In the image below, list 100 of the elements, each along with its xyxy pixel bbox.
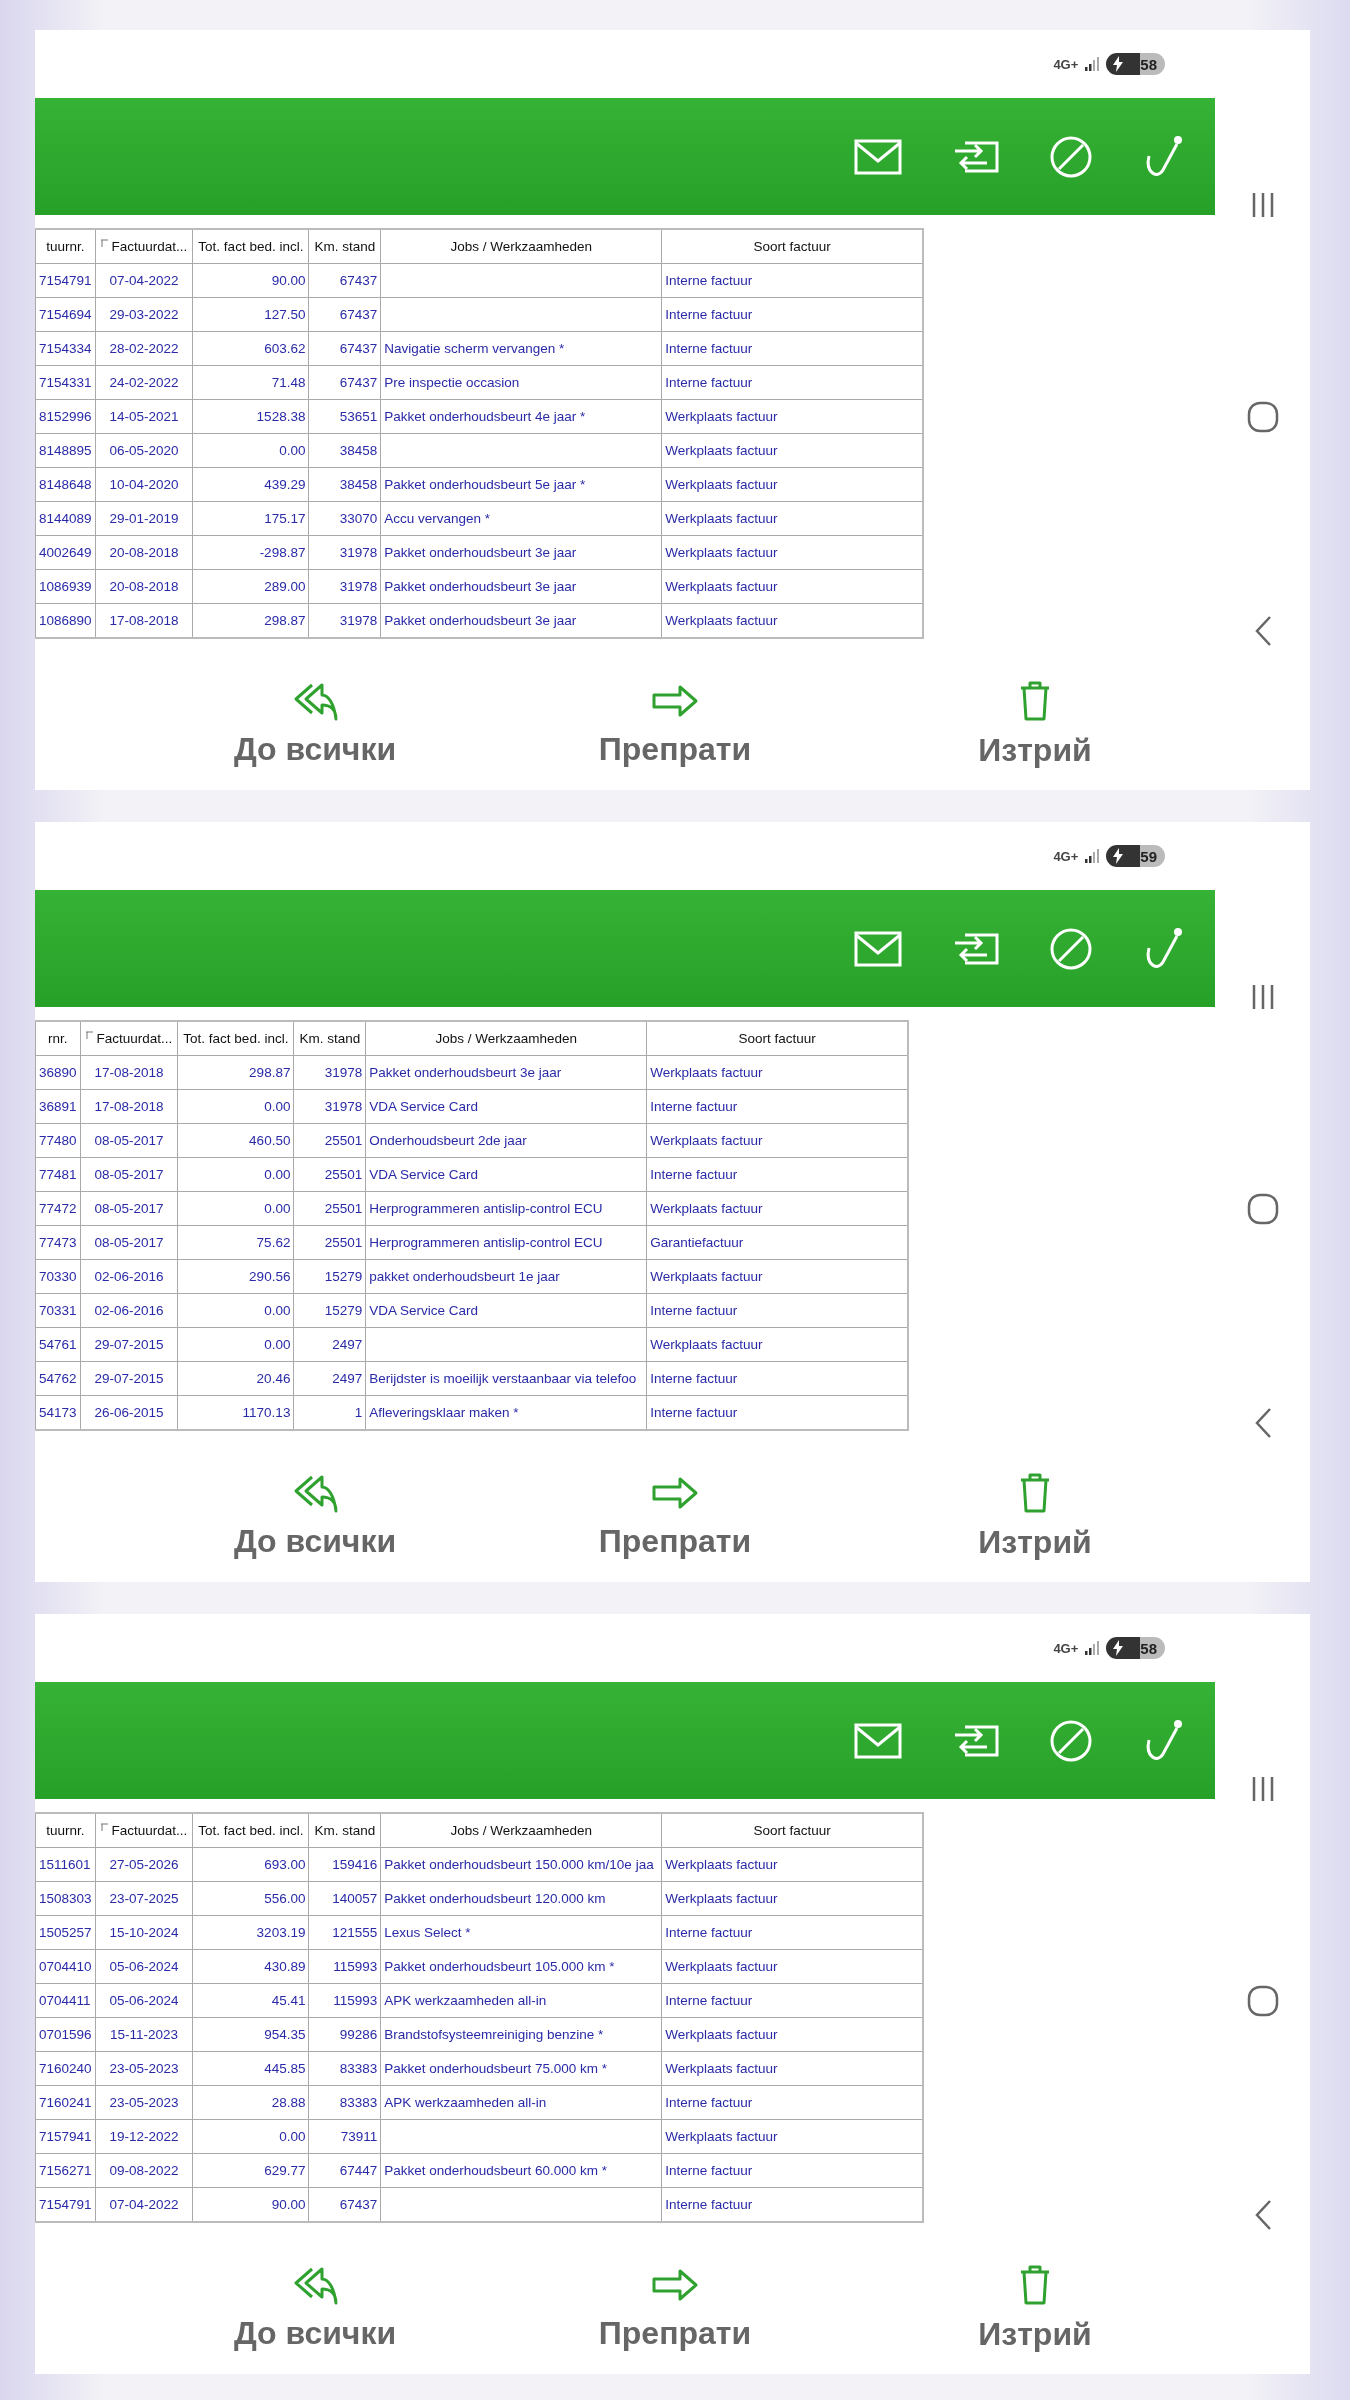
column-header[interactable]: Tot. fact bed. incl. [192, 1813, 309, 1848]
table-cell: 693.00 [192, 1847, 309, 1882]
table-cell: Berijdster is moeilijk verstaanbaar via telefoo [365, 1361, 647, 1396]
cancel-icon[interactable] [1049, 134, 1093, 179]
table-cell: 556.00 [192, 1881, 309, 1916]
table-cell: 06-05-2020 [95, 433, 193, 468]
cancel-icon[interactable] [1049, 1718, 1093, 1763]
home-icon[interactable] [1245, 400, 1280, 434]
column-header[interactable]: Jobs / Werkzaamheden [365, 1021, 647, 1056]
table-cell: 1511601 [35, 1847, 96, 1882]
cancel-icon[interactable] [1049, 926, 1093, 971]
action-button[interactable]: Препрати [592, 2263, 758, 2353]
table-cell: 115993 [308, 1949, 381, 1984]
column-header[interactable]: tuurnr. [35, 229, 96, 264]
column-header[interactable]: Tot. fact bed. incl. [177, 1021, 294, 1056]
column-header[interactable]: Soort factuur [661, 1813, 924, 1848]
table-cell: 7154694 [35, 297, 96, 332]
network-indicator: 4G+ [1053, 1640, 1079, 1656]
table-cell: 67437 [308, 263, 381, 298]
sort-icon [85, 1031, 94, 1039]
table-cell: 77480 [35, 1123, 81, 1158]
table-cell: 3203.19 [192, 1915, 309, 1950]
table-cell: 115993 [308, 1983, 381, 2018]
table-cell: 07-04-2022 [95, 263, 193, 298]
table-cell: 29-03-2022 [95, 297, 193, 332]
action-button[interactable]: До всички [227, 1471, 403, 1561]
home-icon[interactable] [1245, 1192, 1280, 1226]
column-header[interactable]: Km. stand [293, 1021, 366, 1056]
action-button[interactable]: До всички [227, 2263, 403, 2353]
column-header[interactable]: Jobs / Werkzaamheden [380, 1813, 662, 1848]
table-cell: 159416 [308, 1847, 381, 1882]
table-cell: 175.17 [192, 501, 309, 536]
table-cell: 73911 [308, 2119, 381, 2154]
table-cell: 8148648 [35, 467, 96, 502]
column-header[interactable]: rnr. [35, 1021, 81, 1056]
table-cell: 05-06-2024 [95, 1983, 193, 2018]
table-cell: 54761 [35, 1327, 81, 1362]
table-cell: 954.35 [192, 2017, 309, 2052]
column-header[interactable]: Factuurdat... [95, 1813, 193, 1848]
column-header[interactable]: Factuurdat... [95, 229, 193, 264]
table-cell: 121555 [308, 1915, 381, 1950]
action-button[interactable]: Препрати [592, 679, 758, 769]
table-cell: 77473 [35, 1225, 81, 1260]
column-header[interactable]: Jobs / Werkzaamheden [380, 229, 662, 264]
table-cell: 603.62 [192, 331, 309, 366]
battery-indicator: 58 [1106, 53, 1165, 75]
table-cell: 2497 [293, 1361, 366, 1396]
table-cell: 67437 [308, 297, 381, 332]
table-cell: Pakket onderhoudsbeurt 150.000 km/10e jaa [380, 1847, 662, 1882]
table-cell: Navigatie scherm vervangen * [380, 331, 662, 366]
column-header[interactable]: Soort factuur [661, 229, 924, 264]
table-cell: 460.50 [177, 1123, 294, 1158]
table-cell: 0.00 [192, 433, 309, 468]
table-cell: Herprogrammeren antislip-control ECU [365, 1225, 647, 1260]
table-cell: 29-07-2015 [80, 1327, 178, 1362]
table-cell: 289.00 [192, 569, 309, 604]
table-cell: 7160241 [35, 2085, 96, 2120]
table-cell: 7156271 [35, 2153, 96, 2188]
table-cell: 290.56 [177, 1259, 294, 1294]
table-cell: 67437 [308, 331, 381, 366]
table-cell: Pre inspectie occasion [380, 365, 662, 400]
column-header[interactable]: Factuurdat... [80, 1021, 178, 1056]
action-button[interactable]: До всички [227, 679, 403, 769]
column-header[interactable]: Km. stand [308, 1813, 381, 1848]
table-cell: Accu vervangen * [380, 501, 662, 536]
bolt-icon [1112, 56, 1125, 72]
table-cell: APK werkzaamheden all-in [380, 1983, 662, 2018]
action-button[interactable]: Препрати [592, 1471, 758, 1561]
table-cell: 629.77 [192, 2153, 309, 2188]
table-cell: Onderhoudsbeurt 2de jaar [365, 1123, 647, 1158]
table-cell: Pakket onderhoudsbeurt 3e jaar [380, 535, 662, 570]
table-cell: 31978 [308, 535, 381, 570]
table-cell: 14-05-2021 [95, 399, 193, 434]
column-header[interactable]: Tot. fact bed. incl. [192, 229, 309, 264]
table-cell: pakket onderhoudsbeurt 1e jaar [365, 1259, 647, 1294]
table-cell: Pakket onderhoudsbeurt 5e jaar * [380, 467, 662, 502]
action-button[interactable]: Изтрий [972, 678, 1098, 770]
table-cell: 70330 [35, 1259, 81, 1294]
action-button[interactable]: Изтрий [972, 2262, 1098, 2354]
table-cell: 1508303 [35, 1881, 96, 1916]
column-header[interactable]: tuurnr. [35, 1813, 96, 1848]
table-cell: 31978 [293, 1089, 366, 1124]
table-cell: 127.50 [192, 297, 309, 332]
table-cell: 20.46 [177, 1361, 294, 1396]
home-icon[interactable] [1245, 1984, 1280, 2018]
table-cell: 0.00 [177, 1327, 294, 1362]
table-cell: 29-01-2019 [95, 501, 193, 536]
sort-icon [100, 1823, 109, 1831]
table-cell: Pakket onderhoudsbeurt 75.000 km * [380, 2051, 662, 2086]
table-cell: Pakket onderhoudsbeurt 120.000 km [380, 1881, 662, 1916]
table-cell: 02-06-2016 [80, 1293, 178, 1328]
table-cell: 24-02-2022 [95, 365, 193, 400]
column-header[interactable]: Km. stand [308, 229, 381, 264]
table-cell: 67447 [308, 2153, 381, 2188]
table-cell: 445.85 [192, 2051, 309, 2086]
action-button[interactable]: Изтрий [972, 1470, 1098, 1562]
table-cell: 23-05-2023 [95, 2085, 193, 2120]
column-header[interactable]: Soort factuur [646, 1021, 909, 1056]
table-cell: 0.00 [177, 1157, 294, 1192]
table-cell: 7154334 [35, 331, 96, 366]
